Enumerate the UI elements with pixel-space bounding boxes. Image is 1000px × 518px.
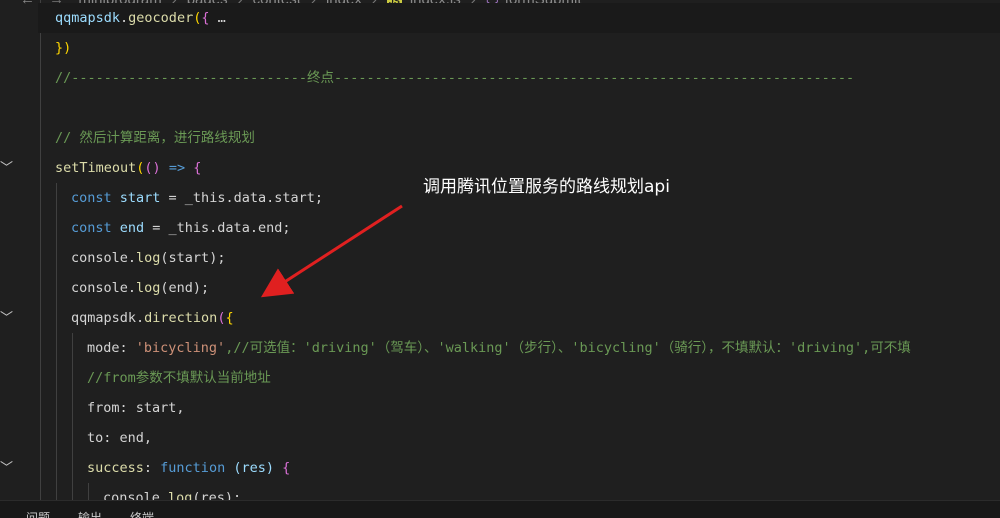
annotation-arrow-icon — [260, 204, 403, 298]
bottom-panel: 问题 输出 终端 — [0, 500, 1000, 518]
